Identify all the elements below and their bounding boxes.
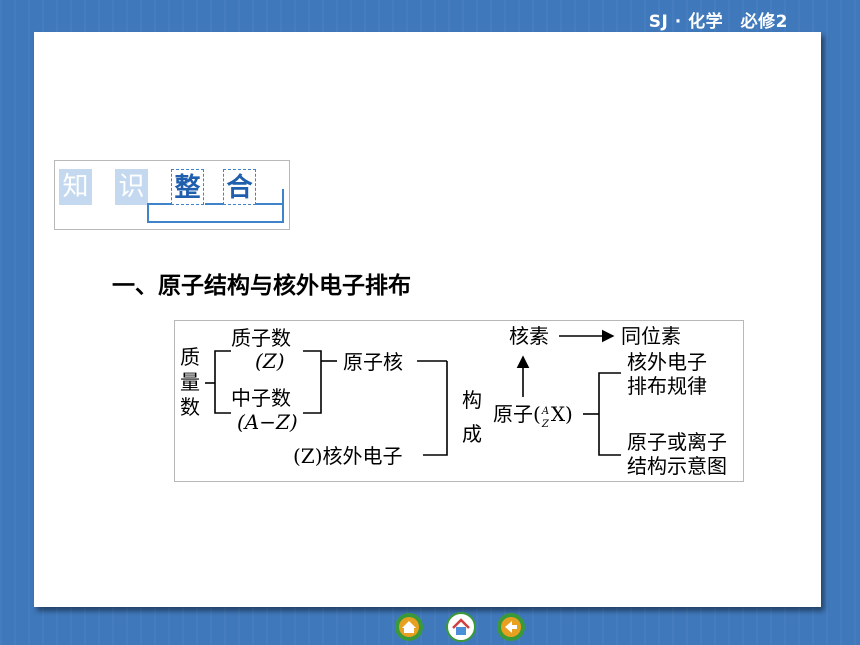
home-button[interactable]: [394, 612, 424, 642]
atomic-structure-diagram: 质量数 质子数 (Z) 中子数 (A−Z) 原子核 (Z)核外电子 构成 原子(…: [174, 320, 744, 482]
neutron-symbol: (A−Z): [237, 410, 298, 434]
structure-diagram-line2: 结构示意图: [627, 454, 727, 478]
section-banner: 知 识 整 合: [54, 160, 290, 230]
house-icon: [446, 612, 476, 642]
neutron-number-label: 中子数: [231, 386, 291, 410]
banner-line: [256, 203, 284, 205]
banner-line: [147, 203, 149, 223]
electrons-label: (Z)核外电子: [293, 444, 403, 468]
atomic-number-subscript: Z: [541, 419, 549, 430]
banner-line: [205, 203, 223, 205]
banner-char-4: 合: [223, 169, 256, 205]
proton-symbol: (Z): [255, 349, 285, 373]
rule-label-line1: 核外电子: [627, 350, 707, 374]
home-icon: [395, 613, 423, 641]
banner-line: [147, 221, 284, 223]
compose-label: 构成: [462, 388, 482, 446]
back-button[interactable]: [496, 612, 526, 642]
banner-line: [282, 189, 284, 223]
nuclide-label: 核素: [509, 324, 549, 348]
rule-label-line2: 排布规律: [627, 374, 707, 398]
banner-char-1: 知: [59, 169, 92, 205]
course-label: SJ · 化学 必修2: [648, 12, 788, 32]
back-icon: [497, 613, 525, 641]
section-heading: 一、原子结构与核外电子排布: [112, 273, 411, 299]
isotope-label: 同位素: [621, 324, 681, 348]
banner-char-3: 整: [171, 169, 204, 205]
mass-number-label: 质量数: [180, 345, 200, 419]
structure-diagram-line1: 原子或离子: [627, 430, 727, 454]
nucleus-label: 原子核: [343, 350, 403, 374]
proton-number-label: 质子数: [231, 326, 291, 350]
banner-char-2: 识: [115, 169, 148, 205]
atom-text: 原子(: [493, 402, 541, 426]
atom-label: 原子(A Z X): [493, 402, 573, 430]
banner-line: [147, 203, 171, 205]
house-button[interactable]: [446, 612, 476, 642]
atom-notation: AZ: [541, 403, 551, 430]
element-symbol: X): [550, 402, 573, 426]
